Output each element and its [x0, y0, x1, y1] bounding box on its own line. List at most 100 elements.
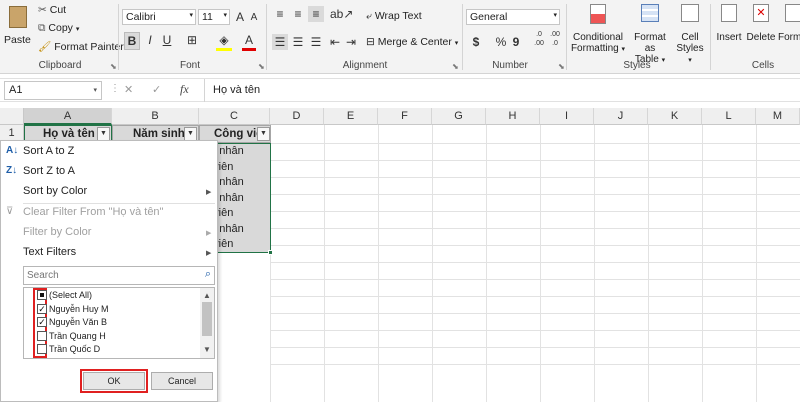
align-right-icon[interactable]: ☰: [308, 34, 324, 50]
alignment-group-label: Alignment: [342, 60, 388, 71]
filter-dropdown-a-icon[interactable]: ▼: [97, 127, 110, 141]
increase-indent-icon[interactable]: ⇥: [344, 34, 358, 50]
decrease-decimal-icon[interactable]: .00.0: [548, 30, 562, 48]
filter-checkbox[interactable]: [37, 290, 47, 300]
select-all-corner[interactable]: [0, 108, 24, 125]
orientation-icon[interactable]: ab↗: [330, 6, 353, 22]
filter-list-item[interactable]: ✓ Nguyễn Huy M: [37, 303, 197, 316]
format-button[interactable]: Forma: [778, 4, 800, 58]
column-header-j[interactable]: J: [594, 108, 648, 125]
column-header-f[interactable]: F: [378, 108, 432, 125]
scroll-down-icon[interactable]: ▼: [203, 345, 211, 354]
copy-label: Copy: [48, 22, 73, 34]
merge-center-button[interactable]: ⊟ Merge & Center ▾: [366, 36, 458, 48]
column-header-a[interactable]: A: [24, 108, 112, 125]
font-color-icon[interactable]: A: [242, 32, 256, 51]
scrollbar-thumb[interactable]: [202, 302, 212, 336]
column-header-l[interactable]: L: [702, 108, 756, 125]
increase-decimal-icon[interactable]: .0.00: [532, 30, 546, 48]
column-header-c[interactable]: C: [199, 108, 270, 125]
name-box[interactable]: A1 ▾: [4, 81, 102, 100]
column-header-h[interactable]: H: [486, 108, 540, 125]
number-group-label: Number: [492, 60, 528, 71]
insert-label: Insert: [716, 32, 742, 43]
filter-checkbox[interactable]: ✓: [37, 303, 47, 314]
font-name-box[interactable]: Calibri ▾: [122, 9, 196, 25]
comma-button[interactable]: 9: [510, 34, 522, 50]
filter-item-label: Trần Quang H: [49, 330, 106, 341]
scroll-up-icon[interactable]: ▲: [203, 291, 211, 300]
align-middle-icon[interactable]: ≡: [290, 6, 306, 22]
sort-by-color[interactable]: Sort by Color: [23, 185, 87, 197]
filter-list-item[interactable]: Trần Quang H: [37, 330, 197, 343]
column-header-e[interactable]: E: [324, 108, 378, 125]
column-header-g[interactable]: G: [432, 108, 486, 125]
format-painter-button[interactable]: 🖌 Format Painter: [38, 40, 124, 53]
sort-z-to-a[interactable]: Sort Z to A: [23, 165, 75, 177]
text-filters[interactable]: Text Filters: [23, 246, 76, 258]
search-box[interactable]: ⌕: [23, 266, 215, 285]
font-launcher-icon[interactable]: ⬊: [258, 62, 265, 71]
cancel-button[interactable]: Cancel: [151, 372, 213, 390]
filter-dropdown-panel: A↓ Sort A to Z Z↓ Sort Z to A Sort by Co…: [0, 140, 218, 402]
filter-list-item[interactable]: ✓ Nguyễn Văn B: [37, 316, 197, 329]
filter-by-color[interactable]: Filter by Color: [23, 226, 91, 238]
copy-icon: ⧉: [38, 22, 46, 34]
percent-button[interactable]: %: [494, 34, 508, 50]
filter-list-item[interactable]: Trần Quốc D: [37, 343, 197, 356]
grow-font-button[interactable]: A: [234, 9, 246, 25]
filter-checkbox[interactable]: [37, 330, 47, 341]
search-icon[interactable]: ⌕: [205, 268, 211, 281]
column-header-i[interactable]: I: [540, 108, 594, 125]
wrap-text-button[interactable]: ⤶ Wrap Text: [366, 10, 422, 23]
cancel-icon[interactable]: ✕: [124, 83, 133, 96]
fill-handle[interactable]: [268, 250, 273, 255]
scissors-icon: ✂: [38, 4, 47, 16]
ok-button[interactable]: OK: [80, 369, 148, 393]
sort-a-to-z[interactable]: Sort A to Z: [23, 145, 74, 157]
number-format-box[interactable]: General ▾: [466, 9, 560, 25]
copy-button[interactable]: ⧉ Copy ▾: [38, 22, 79, 35]
conditional-formatting-button[interactable]: Conditional Formatting ▾: [570, 4, 626, 58]
search-input[interactable]: [24, 267, 194, 284]
column-header-m[interactable]: M: [756, 108, 800, 125]
italic-button[interactable]: I: [143, 32, 157, 48]
ribbon: Paste ✂ Cut ⧉ Copy ▾ 🖌 Format Painter Cl…: [0, 0, 800, 74]
paste-button[interactable]: Paste: [4, 4, 32, 54]
formula-bar-grip-icon: ⋮: [110, 83, 120, 94]
underline-button[interactable]: U: [160, 32, 174, 48]
wrap-icon: ⤶: [366, 10, 372, 22]
format-as-table-button[interactable]: Format as Table ▾: [628, 4, 672, 65]
alignment-launcher-icon[interactable]: ⬊: [452, 62, 459, 71]
column-header-d[interactable]: D: [270, 108, 324, 125]
font-size-box[interactable]: 11 ▾: [198, 9, 230, 25]
bold-button[interactable]: B: [124, 32, 140, 50]
insert-function-icon[interactable]: fx: [180, 82, 189, 97]
filter-list-item[interactable]: (Select All): [37, 289, 197, 302]
filter-checkbox[interactable]: [37, 344, 47, 354]
borders-icon[interactable]: ⊞: [184, 32, 200, 48]
cut-button[interactable]: ✂ Cut: [38, 4, 66, 16]
align-left-icon[interactable]: ☰: [272, 34, 288, 50]
filter-dropdown-b-icon[interactable]: ▼: [184, 127, 197, 141]
clipboard-launcher-icon[interactable]: ⬊: [110, 62, 117, 71]
align-top-icon[interactable]: ≡: [272, 6, 288, 22]
fill-color-icon[interactable]: ◈: [216, 32, 232, 51]
align-bottom-icon[interactable]: ≡: [308, 6, 324, 22]
clear-filter[interactable]: Clear Filter From "Họ và tên": [23, 206, 163, 218]
sort-by-color-arrow-icon: ▶: [206, 189, 212, 196]
column-header-k[interactable]: K: [648, 108, 702, 125]
align-center-icon[interactable]: ☰: [290, 34, 306, 50]
column-header-b[interactable]: B: [112, 108, 199, 125]
cell-styles-button[interactable]: Cell Styles ▾: [674, 4, 706, 64]
insert-button[interactable]: Insert: [714, 4, 744, 58]
currency-button[interactable]: $: [468, 34, 484, 50]
filter-dropdown-c-icon[interactable]: ▼: [257, 127, 270, 141]
shrink-font-button[interactable]: A: [248, 10, 260, 26]
enter-icon[interactable]: ✓: [152, 83, 161, 96]
number-launcher-icon[interactable]: ⬊: [558, 62, 565, 71]
delete-button[interactable]: ✕ Delete: [746, 4, 776, 58]
formula-input[interactable]: Họ và tên: [204, 79, 800, 102]
filter-checkbox[interactable]: ✓: [37, 317, 47, 327]
decrease-indent-icon[interactable]: ⇤: [328, 34, 342, 50]
